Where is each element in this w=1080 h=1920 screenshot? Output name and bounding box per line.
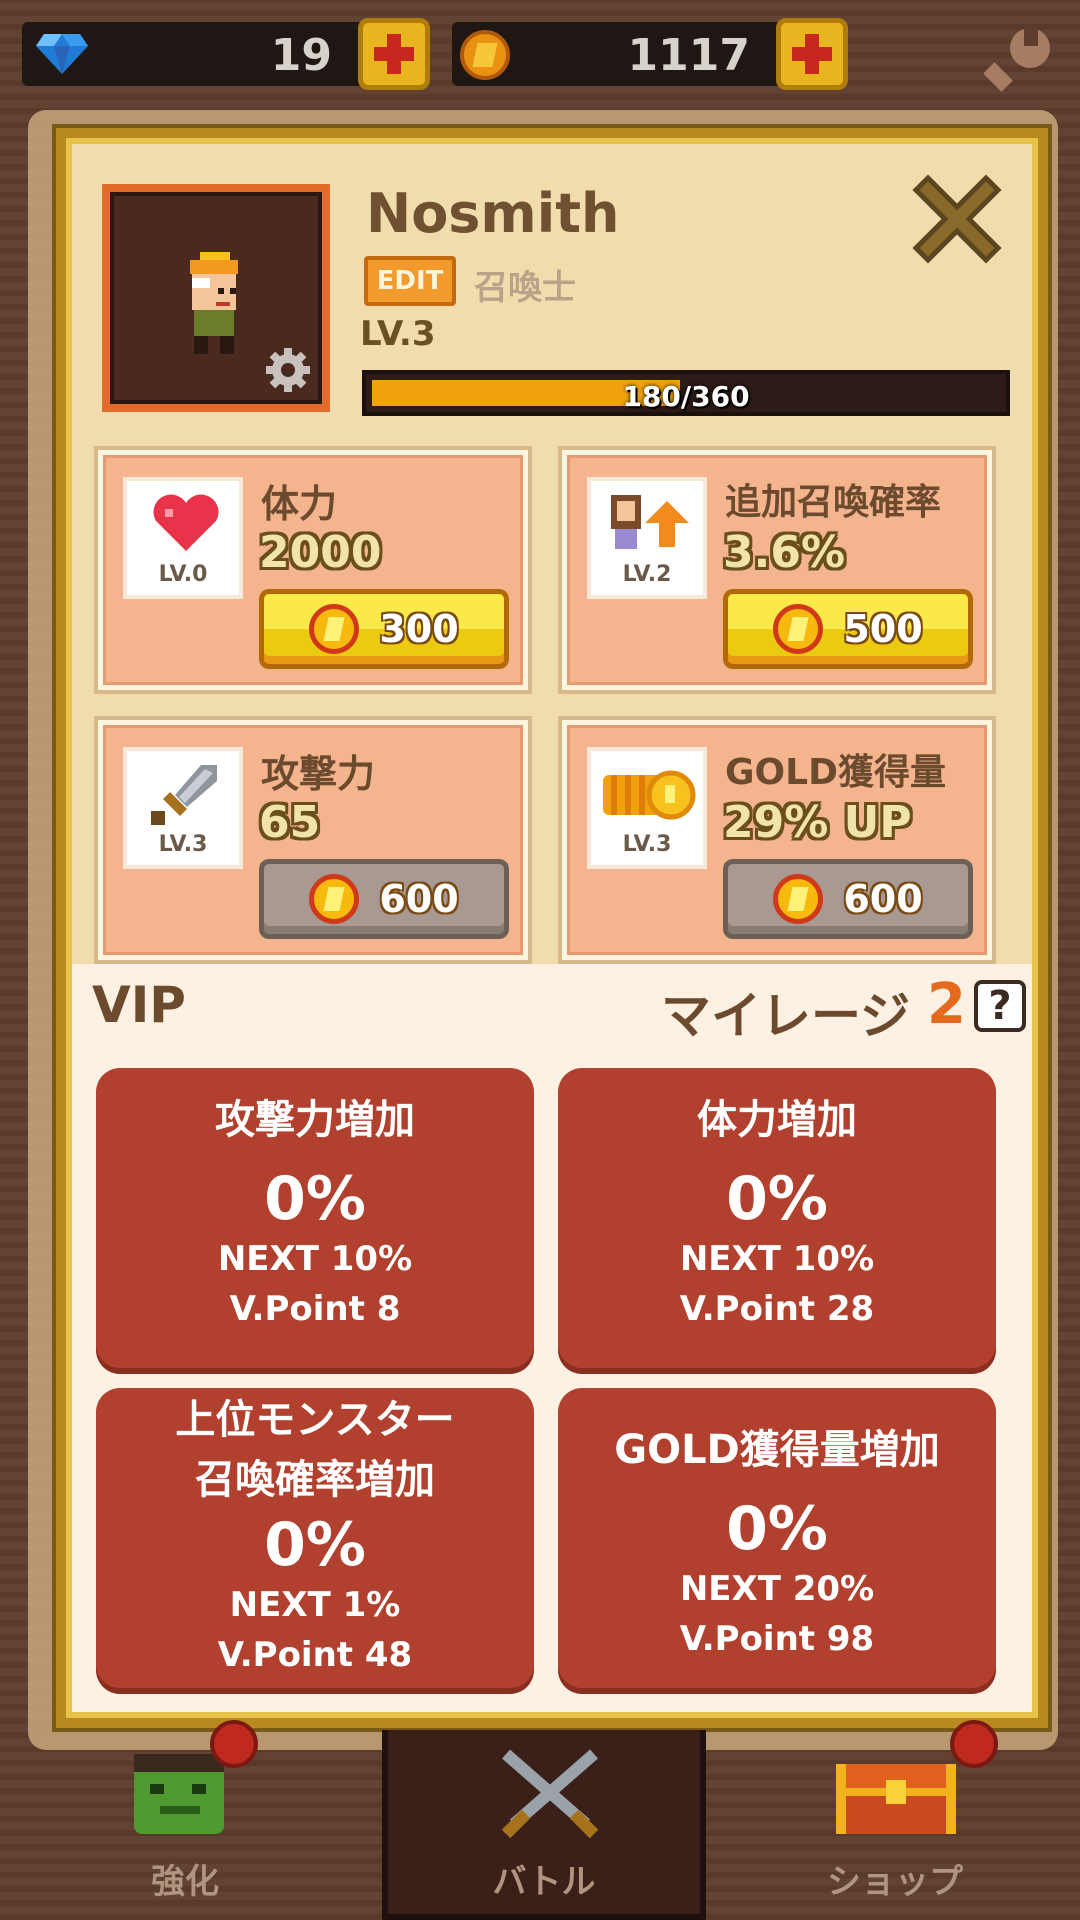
gold-count: 1117: [627, 30, 750, 81]
nav-label: 強化: [151, 1862, 219, 1902]
gold-counter: 1117: [452, 18, 848, 90]
vip-section: VIP マイレージ 2 ? 攻撃力増加 0% NEXT 10% V.Point …: [72, 964, 1032, 1712]
profile-section: Nosmith EDIT 召喚士 LV.3 180/360 LV.0 体力 20…: [72, 144, 1032, 964]
stat-name: 体力: [261, 482, 338, 526]
vip-card-title: 体力増加: [697, 1097, 857, 1143]
stat-card-attack: LV.3 攻撃力 65 600: [98, 720, 528, 960]
stat-name: 攻撃力: [261, 752, 376, 796]
nav-shop[interactable]: ショップ: [730, 1720, 1060, 1920]
stat-icon-box: LV.3: [587, 747, 707, 869]
upgrade-cost: 300: [379, 607, 459, 651]
stat-level: LV.2: [622, 562, 672, 587]
stat-card-gold-gain: LV.3 GOLD獲得量 29% UP 600: [562, 720, 992, 960]
vip-card-next: NEXT 20%: [679, 1569, 875, 1609]
stat-name: GOLD獲得量: [725, 752, 946, 793]
stat-card-summon-rate: LV.2 追加召喚確率 3.6% 500: [562, 450, 992, 690]
hero-sprite-icon: [190, 252, 238, 354]
vip-card-point: V.Point 28: [679, 1289, 875, 1329]
vip-card-point: V.Point 48: [217, 1635, 413, 1675]
player-level: LV.3: [360, 314, 436, 354]
vip-card-title: 攻撃力増加: [215, 1097, 415, 1143]
bottom-nav: 強化 バトル ショップ: [0, 1720, 1080, 1920]
vip-card-next: NEXT 10%: [679, 1239, 875, 1279]
gold-coins-icon: [603, 770, 696, 820]
plus-icon: [792, 34, 832, 74]
stat-level: LV.3: [158, 832, 208, 857]
crossed-swords-icon: [501, 1749, 599, 1839]
stat-name: 追加召喚確率: [725, 482, 942, 523]
vip-card-title: GOLD獲得量増加: [614, 1427, 940, 1473]
gold-coin-icon: [773, 874, 824, 924]
nav-enhance[interactable]: 強化: [20, 1720, 350, 1920]
currency-bar: 19 1117: [0, 0, 1080, 110]
upgrade-cost: 600: [379, 877, 459, 921]
sword-icon: [151, 765, 217, 825]
vip-card-title: 上位モンスター: [175, 1397, 455, 1443]
player-name: Nosmith: [366, 182, 620, 245]
gold-coin-icon: [773, 604, 824, 654]
upgrade-cost: 600: [843, 877, 923, 921]
stat-value: 65: [259, 797, 321, 848]
xp-progress-bar: 180/360: [362, 370, 1010, 416]
nav-label: ショップ: [827, 1862, 963, 1902]
vip-card-percent: 0%: [726, 1164, 828, 1234]
vip-card-title-line2: 召喚確率増加: [195, 1457, 435, 1503]
mileage-label: マイレージ: [661, 987, 910, 1045]
gem-counter: 19: [22, 18, 430, 90]
stat-level: LV.0: [158, 562, 208, 587]
treasure-chest-icon: [836, 1764, 956, 1834]
avatar[interactable]: [102, 184, 330, 412]
stat-value: 2000: [259, 527, 382, 578]
upgrade-gold-gain-button[interactable]: 600: [723, 859, 973, 939]
stat-icon-box: LV.3: [123, 747, 243, 869]
add-gold-button[interactable]: [776, 18, 848, 90]
stat-value: 3.6%: [723, 527, 846, 578]
stat-value: 29% UP: [723, 797, 912, 848]
nav-battle[interactable]: バトル: [382, 1730, 706, 1920]
mileage-value: 2: [927, 972, 966, 1037]
vip-card-next: NEXT 1%: [229, 1585, 401, 1625]
gear-icon[interactable]: [264, 346, 312, 394]
wrench-icon[interactable]: [984, 24, 1054, 94]
gem-icon: [36, 34, 88, 74]
nav-label: バトル: [492, 1862, 596, 1902]
upgrade-hp-button[interactable]: 300: [259, 589, 509, 669]
vip-card-percent: 0%: [264, 1164, 366, 1234]
stat-icon-box: LV.0: [123, 477, 243, 599]
vip-card-point: V.Point 98: [679, 1619, 875, 1659]
xp-progress-text: 180/360: [622, 380, 750, 413]
gold-coin-icon: [309, 874, 360, 924]
vip-card-percent: 0%: [726, 1494, 828, 1564]
vip-card-hp[interactable]: 体力増加 0% NEXT 10% V.Point 28: [558, 1068, 996, 1368]
gold-coin-icon: [460, 30, 510, 80]
heart-icon: [153, 494, 219, 551]
vip-title: VIP: [92, 976, 186, 1034]
stat-card-hp: LV.0 体力 2000 300: [98, 450, 528, 690]
help-button[interactable]: ?: [974, 980, 1026, 1032]
stat-icon-box: LV.2: [587, 477, 707, 599]
gem-count: 19: [270, 30, 332, 81]
close-icon[interactable]: [912, 174, 1002, 264]
vip-card-monster-summon[interactable]: 上位モンスター 召喚確率増加 0% NEXT 1% V.Point 48: [96, 1388, 534, 1688]
upgrade-cost: 500: [843, 607, 923, 651]
summon-up-icon: [611, 495, 689, 549]
add-gems-button[interactable]: [358, 18, 430, 90]
vip-card-next: NEXT 10%: [217, 1239, 413, 1279]
vip-card-gold-gain[interactable]: GOLD獲得量増加 0% NEXT 20% V.Point 98: [558, 1388, 996, 1688]
notification-badge: [210, 1720, 258, 1768]
vip-card-percent: 0%: [264, 1510, 366, 1580]
notification-badge: [950, 1720, 998, 1768]
vip-card-point: V.Point 8: [229, 1289, 401, 1329]
gold-coin-icon: [309, 604, 360, 654]
profile-panel: Nosmith EDIT 召喚士 LV.3 180/360 LV.0 体力 20…: [56, 128, 1048, 1728]
plus-icon: [374, 34, 414, 74]
stat-level: LV.3: [622, 832, 672, 857]
edit-name-button[interactable]: EDIT: [364, 256, 456, 306]
vip-card-attack[interactable]: 攻撃力増加 0% NEXT 10% V.Point 8: [96, 1068, 534, 1368]
upgrade-attack-button[interactable]: 600: [259, 859, 509, 939]
player-class: 召喚士: [474, 268, 576, 308]
upgrade-summon-rate-button[interactable]: 500: [723, 589, 973, 669]
